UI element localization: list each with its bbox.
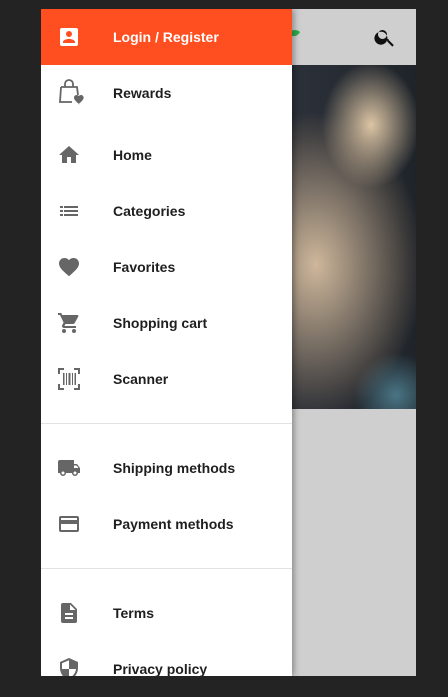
menu-item-scanner[interactable]: Scanner <box>41 351 292 407</box>
menu-item-shopping-cart[interactable]: Shopping cart <box>41 295 292 351</box>
login-register-label: Login / Register <box>113 29 219 45</box>
menu-item-label: Scanner <box>113 371 169 387</box>
truck-icon <box>57 456 81 480</box>
list-icon <box>57 199 81 223</box>
cart-icon <box>57 311 81 335</box>
menu-item-rewards[interactable]: Rewards <box>41 65 292 121</box>
menu-item-categories[interactable]: Categories <box>41 183 292 239</box>
heart-icon <box>57 255 81 279</box>
search-button[interactable] <box>369 21 401 53</box>
home-icon <box>57 143 81 167</box>
menu-item-shipping-methods[interactable]: Shipping methods <box>41 440 292 496</box>
barcode-scan-icon <box>57 367 81 391</box>
menu-item-privacy-policy[interactable]: Privacy policy <box>41 641 292 676</box>
login-register-button[interactable]: Login / Register <box>41 9 292 65</box>
search-icon <box>373 25 397 49</box>
credit-card-icon <box>57 512 81 536</box>
menu-item-payment-methods[interactable]: Payment methods <box>41 496 292 552</box>
menu-item-label: Shipping methods <box>113 460 236 476</box>
shield-icon <box>57 657 81 676</box>
divider <box>41 568 292 569</box>
app-screen: Login / Register Rewards Home Categories <box>41 9 416 676</box>
menu-item-home[interactable]: Home <box>41 127 292 183</box>
document-icon <box>57 601 81 625</box>
menu-item-label: Favorites <box>113 259 176 275</box>
menu-item-label: Terms <box>113 605 154 621</box>
divider <box>41 423 292 424</box>
menu-item-label: Shopping cart <box>113 315 208 331</box>
menu-item-label: Categories <box>113 203 186 219</box>
shopping-bag-heart-icon <box>57 79 84 105</box>
menu-item-label: Home <box>113 147 152 163</box>
menu-item-label: Privacy policy <box>113 661 208 676</box>
menu-item-favorites[interactable]: Favorites <box>41 239 292 295</box>
account-box-icon <box>57 25 81 49</box>
menu-item-terms[interactable]: Terms <box>41 585 292 641</box>
navigation-drawer: Login / Register Rewards Home Categories <box>41 9 292 676</box>
menu-item-label: Rewards <box>113 85 172 101</box>
menu-item-label: Payment methods <box>113 516 234 532</box>
